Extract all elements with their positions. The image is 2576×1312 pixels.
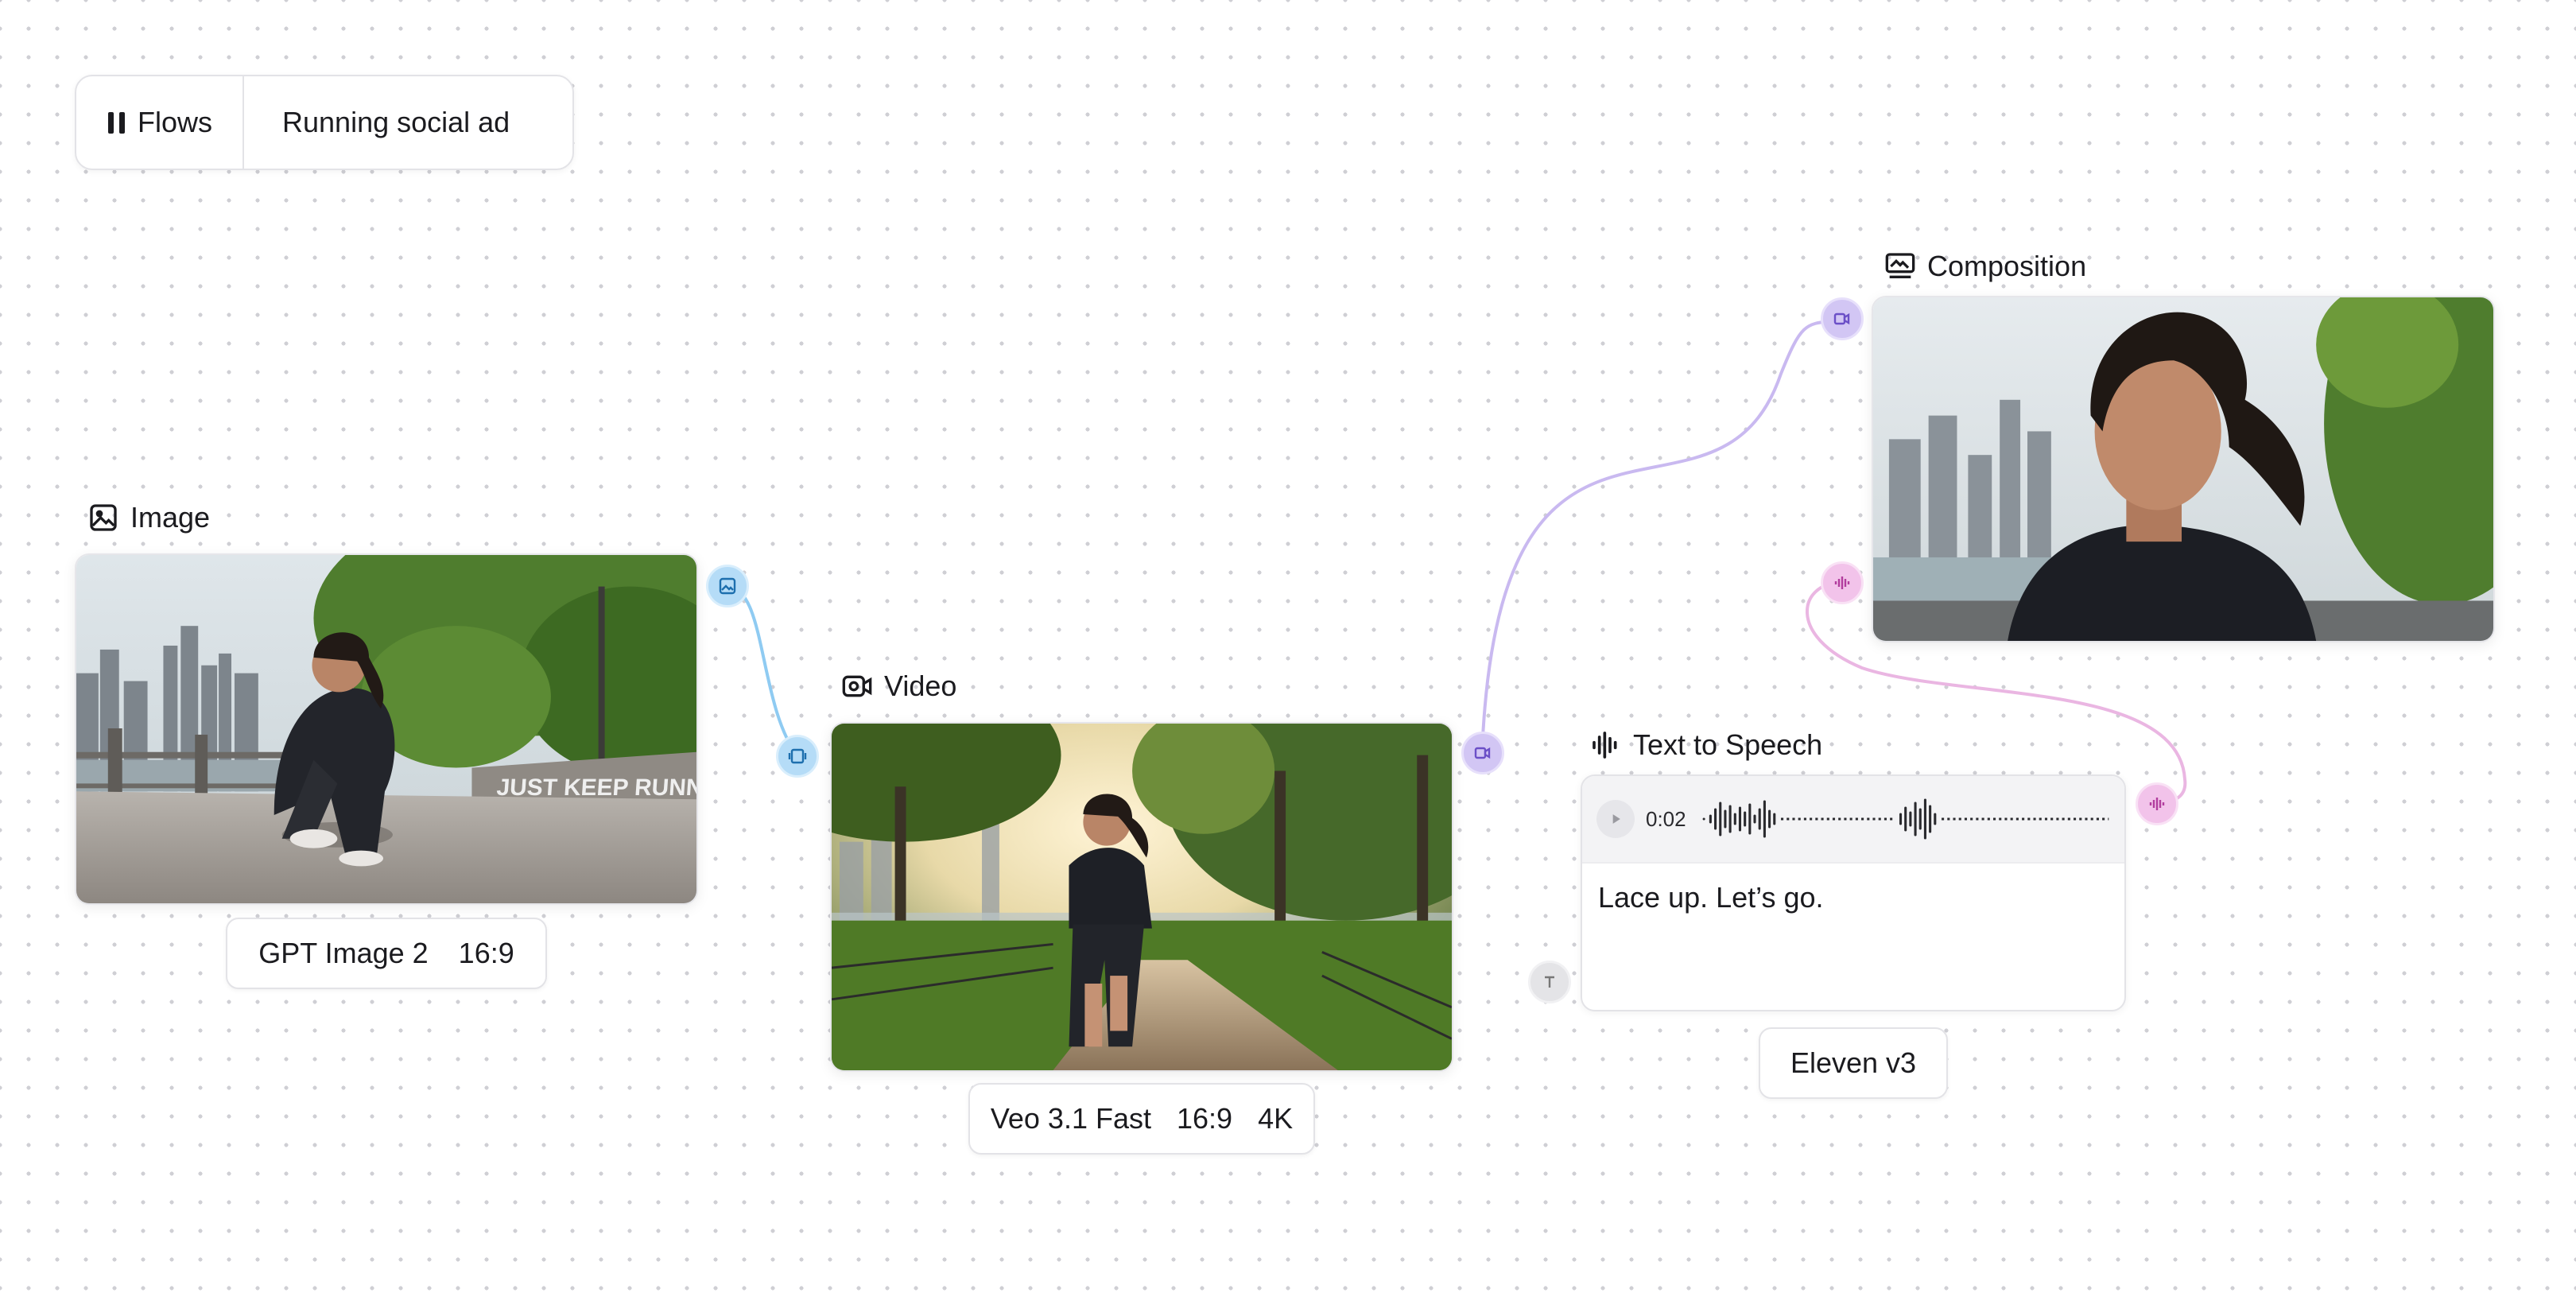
tts-node-title: Text to Speech [1590, 728, 1822, 762]
audio-player: 0:02 [1582, 776, 2124, 864]
video-camera-icon [842, 675, 872, 697]
image-preview[interactable]: JUST KEEP RUNNING [75, 553, 698, 905]
play-icon [1612, 814, 1620, 824]
text-icon [1545, 976, 1554, 988]
tts-text-input-port[interactable] [1528, 961, 1571, 1003]
image-aspect: 16:9 [458, 937, 514, 969]
audio-wave-icon [1834, 576, 1850, 589]
composition-preview[interactable] [1872, 296, 2495, 642]
tts-output-port[interactable] [2136, 782, 2178, 825]
composition-node-title: Composition [1884, 250, 2086, 283]
composition-video-input-port[interactable] [1821, 297, 1864, 340]
tts-text-input[interactable]: Lace up. Let’s go. [1582, 864, 2124, 932]
audio-wave-icon [1593, 732, 1617, 759]
video-port-icon [1474, 747, 1491, 759]
tts-card: 0:02 Lace up. Let’s go. [1581, 774, 2126, 1011]
composition-node-title-text: Composition [1927, 250, 2087, 282]
tts-node-title-text: Text to Speech [1633, 728, 1823, 761]
edge-video-to-composition [1480, 318, 1845, 755]
video-aspect: 16:9 [1177, 1102, 1233, 1135]
film-frame-icon [788, 748, 807, 764]
flows-label: Flows [138, 106, 213, 138]
flows-link[interactable]: Flows [76, 76, 245, 169]
video-port-icon [1833, 312, 1850, 325]
audio-waveform[interactable] [1701, 795, 2110, 843]
composition-audio-input-port[interactable] [1821, 561, 1864, 604]
image-settings[interactable]: GPT Image 2 16:9 [226, 918, 547, 989]
image-model: GPT Image 2 [258, 937, 429, 969]
video-node-title: Video [841, 670, 956, 703]
audio-time: 0:02 [1646, 806, 1686, 831]
video-preview[interactable] [830, 722, 1453, 1072]
video-model: Veo 3.1 Fast [990, 1102, 1151, 1135]
video-preview-picture [832, 724, 1452, 1070]
edge-image-to-video [727, 585, 800, 759]
audio-wave-icon [2149, 798, 2165, 810]
image-node-title: Image [87, 501, 210, 534]
image-icon [90, 504, 117, 531]
composition-icon [1885, 253, 1915, 278]
tts-model: Eleven v3 [1790, 1046, 1917, 1079]
pause-icon [108, 111, 125, 134]
tts-model-selector[interactable]: Eleven v3 [1759, 1027, 1948, 1099]
video-resolution: 4K [1258, 1102, 1294, 1135]
image-preview-picture: JUST KEEP RUNNING [76, 555, 696, 903]
video-settings[interactable]: Veo 3.1 Fast 16:9 4K [968, 1083, 1315, 1155]
image-node-title-text: Image [130, 501, 211, 534]
image-port-icon [719, 577, 736, 595]
video-node-title-text: Video [884, 670, 957, 702]
video-image-input-port[interactable] [776, 735, 819, 778]
sign-text: JUST KEEP RUNNING [495, 774, 696, 801]
breadcrumb: Flows Running social ad [75, 75, 574, 170]
composition-preview-picture [1873, 297, 2493, 641]
play-button[interactable] [1596, 800, 1635, 838]
video-output-port[interactable] [1461, 732, 1504, 774]
image-output-port[interactable] [706, 565, 749, 607]
flow-name[interactable]: Running social ad [244, 106, 510, 139]
